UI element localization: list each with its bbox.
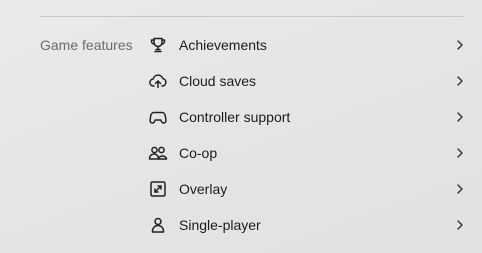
expand-arrows-icon (148, 179, 168, 199)
feature-label: Co-op (179, 145, 218, 161)
feature-label: Achievements (179, 37, 267, 53)
chevron-right-icon (454, 111, 466, 123)
feature-row-cloud-saves[interactable]: Cloud saves (148, 63, 466, 99)
chevron-right-icon (454, 219, 466, 231)
feature-label: Cloud saves (179, 73, 257, 89)
single-user-icon (148, 215, 168, 235)
trophy-icon (148, 35, 168, 55)
section-label: Game features (40, 37, 133, 53)
cloud-upload-icon (148, 71, 168, 91)
feature-label: Overlay (179, 181, 228, 197)
gamepad-icon (148, 107, 168, 127)
feature-row-single-player[interactable]: Single-player (148, 207, 466, 243)
feature-label: Controller support (179, 109, 291, 125)
feature-row-co-op[interactable]: Co-op (148, 135, 466, 171)
feature-label: Single-player (179, 217, 261, 233)
feature-row-overlay[interactable]: Overlay (148, 171, 466, 207)
feature-row-achievements[interactable]: Achievements (148, 27, 466, 63)
two-users-icon (148, 143, 168, 163)
features-list: Achievements Cloud saves Controller supp… (148, 27, 466, 243)
chevron-right-icon (454, 147, 466, 159)
chevron-right-icon (454, 75, 466, 87)
section-divider (40, 16, 463, 17)
chevron-right-icon (454, 183, 466, 195)
feature-row-controller-support[interactable]: Controller support (148, 99, 466, 135)
chevron-right-icon (454, 39, 466, 51)
